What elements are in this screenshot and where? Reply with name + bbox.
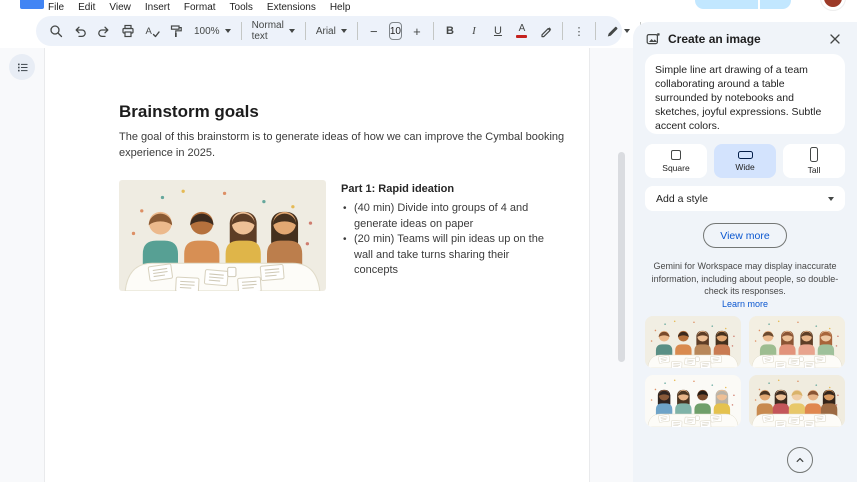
- editing-mode-select[interactable]: [600, 25, 636, 38]
- gemini-disclaimer: Gemini for Workspace may display inaccur…: [648, 260, 842, 298]
- decrease-font-size-button[interactable]: −: [362, 19, 386, 43]
- print-icon[interactable]: [116, 19, 140, 43]
- toolbar: A 100% Normal text Arial − 10 + B I U A …: [36, 16, 622, 46]
- chevron-down-icon: [225, 29, 231, 33]
- more-options-button[interactable]: ⋮: [567, 19, 591, 43]
- menu-edit[interactable]: Edit: [78, 2, 95, 13]
- paragraph-style-select[interactable]: Normal text: [246, 20, 301, 42]
- italic-button[interactable]: I: [462, 19, 486, 43]
- zoom-select[interactable]: 100%: [188, 26, 237, 37]
- generated-image-2[interactable]: [749, 316, 845, 368]
- account-avatar[interactable]: [820, 0, 846, 11]
- document-page[interactable]: Brainstorm goals The goal of this brains…: [44, 48, 590, 482]
- collapse-panel-button[interactable]: [787, 447, 813, 473]
- doc-bullet-item: (20 min) Teams will pin ideas up on the …: [341, 232, 555, 279]
- undo-icon[interactable]: [68, 19, 92, 43]
- svg-text:A: A: [145, 26, 152, 37]
- doc-section-title: Part 1: Rapid ideation: [341, 183, 555, 195]
- menu-extensions[interactable]: Extensions: [267, 2, 316, 13]
- chevron-down-icon: [828, 197, 834, 201]
- menubar: File Edit View Insert Format Tools Exten…: [0, 0, 857, 15]
- font-size-input[interactable]: 10: [389, 22, 402, 40]
- chevron-down-icon: [624, 29, 630, 33]
- aspect-square-button[interactable]: Square: [645, 144, 707, 178]
- doc-bullet-item: (40 min) Divide into groups of 4 and gen…: [341, 201, 555, 232]
- create-image-panel: Create an image Simple line art drawing …: [633, 22, 857, 482]
- generated-image-1[interactable]: [645, 316, 741, 368]
- style-dropdown[interactable]: Add a style: [645, 186, 845, 211]
- prompt-input[interactable]: Simple line art drawing of a team collab…: [645, 54, 845, 134]
- text-color-button[interactable]: A: [510, 19, 534, 43]
- doc-inline-image[interactable]: [119, 180, 326, 291]
- menu-view[interactable]: View: [109, 2, 131, 13]
- document-workspace: Brainstorm goals The goal of this brains…: [0, 48, 633, 482]
- aspect-tall-button[interactable]: Tall: [783, 144, 845, 178]
- wide-shape-icon: [738, 151, 753, 159]
- menu-insert[interactable]: Insert: [145, 2, 170, 13]
- generated-image-4[interactable]: [749, 375, 845, 427]
- square-shape-icon: [671, 150, 681, 160]
- vertical-scrollbar[interactable]: [618, 152, 625, 362]
- pencil-icon: [606, 25, 619, 38]
- learn-more-link[interactable]: Learn more: [633, 299, 857, 309]
- docs-logo[interactable]: [20, 0, 44, 9]
- doc-heading: Brainstorm goals: [119, 102, 259, 122]
- menu-file[interactable]: File: [48, 2, 64, 13]
- highlight-color-icon[interactable]: [534, 19, 558, 43]
- share-button[interactable]: [695, 0, 791, 9]
- spellcheck-icon[interactable]: A: [140, 19, 164, 43]
- paint-format-icon[interactable]: [164, 19, 188, 43]
- menu-help[interactable]: Help: [330, 2, 351, 13]
- redo-icon[interactable]: [92, 19, 116, 43]
- view-more-button[interactable]: View more: [703, 223, 786, 248]
- tall-shape-icon: [810, 147, 818, 162]
- outline-list-icon: [16, 61, 29, 74]
- document-outline-button[interactable]: [9, 54, 35, 80]
- increase-font-size-button[interactable]: +: [405, 19, 429, 43]
- generated-images-grid: [645, 316, 845, 427]
- chevron-up-icon: [794, 454, 806, 466]
- menu-tools[interactable]: Tools: [230, 2, 253, 13]
- generated-image-3[interactable]: [645, 375, 741, 427]
- panel-title: Create an image: [668, 32, 826, 46]
- create-image-icon: [646, 32, 660, 46]
- doc-paragraph: The goal of this brainstorm is to genera…: [119, 130, 571, 161]
- aspect-wide-button[interactable]: Wide: [714, 144, 776, 178]
- bold-button[interactable]: B: [438, 19, 462, 43]
- menu-format[interactable]: Format: [184, 2, 216, 13]
- chevron-down-icon: [341, 29, 347, 33]
- aspect-ratio-group: Square Wide Tall: [645, 144, 845, 178]
- font-family-select[interactable]: Arial: [310, 26, 353, 37]
- close-icon[interactable]: [826, 30, 844, 48]
- doc-bullet-list: (40 min) Divide into groups of 4 and gen…: [341, 201, 555, 279]
- chevron-down-icon: [289, 29, 295, 33]
- underline-button[interactable]: U: [486, 19, 510, 43]
- search-icon[interactable]: [44, 19, 68, 43]
